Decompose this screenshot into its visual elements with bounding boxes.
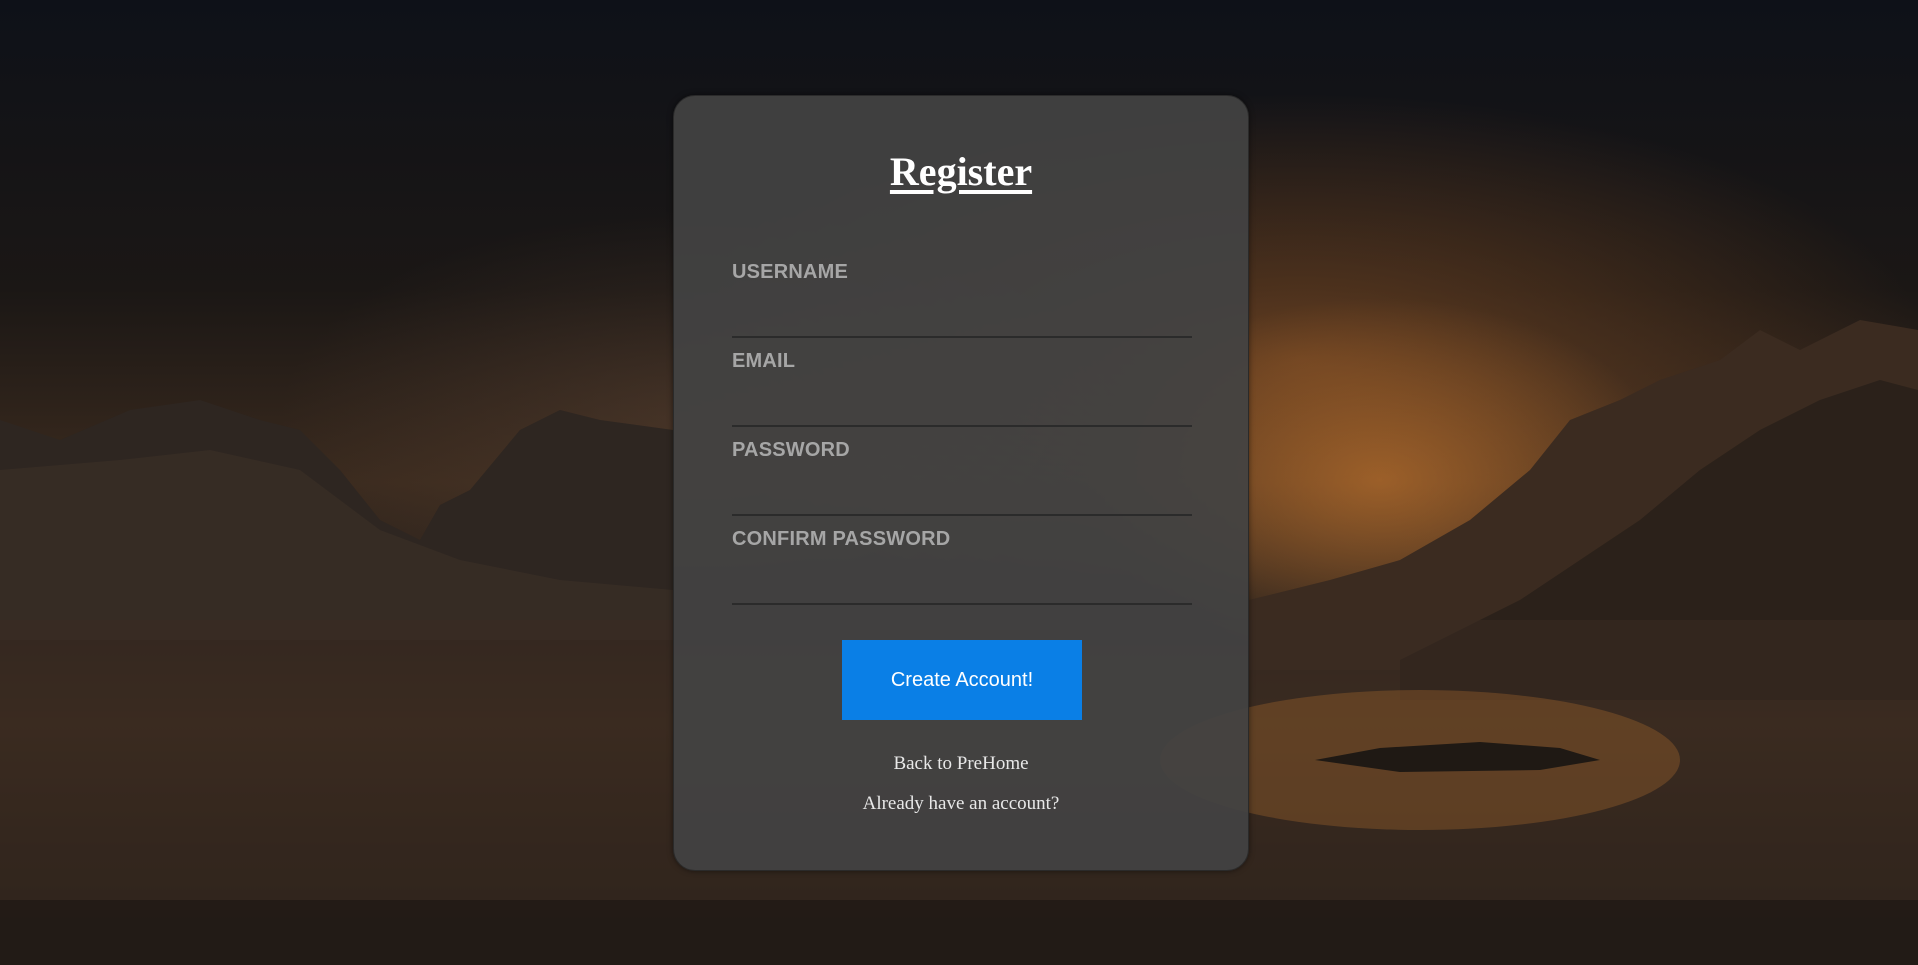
create-account-button[interactable]: Create Account! <box>842 640 1082 720</box>
confirm-password-field: CONFIRM PASSWORD <box>732 528 1192 605</box>
password-input[interactable] <box>732 484 1192 516</box>
register-card: Register USERNAME EMAIL PASSWORD CONFIRM… <box>673 95 1249 871</box>
username-field: USERNAME <box>732 261 1192 338</box>
username-input[interactable] <box>732 306 1192 338</box>
page-title: Register <box>889 149 1033 194</box>
email-input[interactable] <box>732 395 1192 427</box>
password-label: PASSWORD <box>732 439 850 461</box>
email-label: EMAIL <box>732 350 796 372</box>
foreground-shore <box>0 900 1918 965</box>
confirm-password-label: CONFIRM PASSWORD <box>732 528 951 550</box>
email-field: EMAIL <box>732 350 1192 427</box>
password-field: PASSWORD <box>732 439 1192 516</box>
confirm-password-input[interactable] <box>732 573 1192 605</box>
back-to-prehome-link[interactable]: Back to PreHome <box>674 753 1248 775</box>
username-label: USERNAME <box>732 261 849 283</box>
login-link[interactable]: Already have an account? <box>674 793 1248 815</box>
